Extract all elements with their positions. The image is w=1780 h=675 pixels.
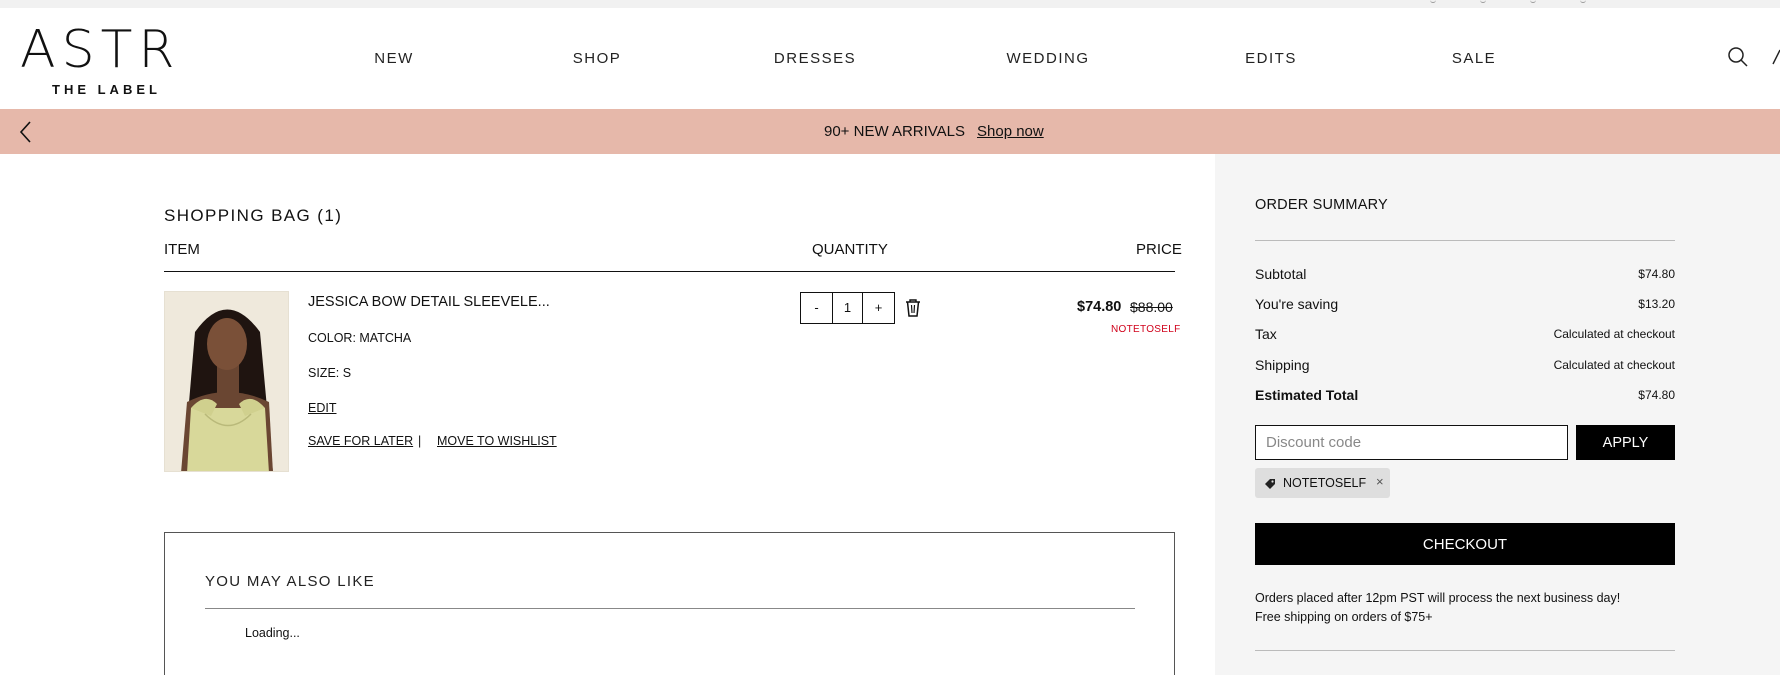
divider: [1255, 240, 1675, 241]
trash-icon[interactable]: [904, 298, 922, 318]
order-summary-title: ORDER SUMMARY: [1255, 197, 1388, 213]
promo-text: 90+ NEW ARRIVALS: [824, 123, 966, 140]
page-title: SHOPPING BAG (1): [164, 206, 343, 225]
nav-item-dresses[interactable]: DRESSES: [774, 50, 856, 67]
link-separator: |: [418, 434, 422, 448]
nav-item-sale[interactable]: SALE: [1452, 50, 1496, 67]
checkout-button[interactable]: CHECKOUT: [1255, 523, 1675, 565]
product-name[interactable]: JESSICA BOW DETAIL SLEEVELE...: [308, 294, 550, 310]
divider: [205, 608, 1135, 609]
order-summary: ORDER SUMMARY Subtotal $74.80 You're sav…: [1215, 154, 1780, 675]
summary-row-saving: You're saving $13.20: [1255, 296, 1675, 314]
chevron-left-icon[interactable]: [16, 119, 38, 145]
summary-row-estimated-total: Estimated Total $74.80: [1255, 387, 1675, 405]
product-image[interactable]: [164, 291, 289, 472]
site-header: ASTR THE LABEL NEW SHOP DRESSES WEDDING …: [0, 8, 1780, 109]
summary-label: Subtotal: [1255, 266, 1307, 282]
applied-code-label: NOTETOSELF: [1283, 476, 1367, 490]
summary-value: Calculated at checkout: [1553, 327, 1675, 341]
shop-now-link[interactable]: Shop now: [977, 123, 1044, 140]
summary-value: $13.20: [1638, 297, 1675, 311]
loading-text: Loading...: [245, 626, 300, 640]
move-to-wishlist-link[interactable]: MOVE TO WISHLIST: [437, 434, 557, 448]
save-for-later-link[interactable]: SAVE FOR LATER: [308, 434, 413, 448]
quantity-value[interactable]: 1: [832, 293, 863, 323]
nav-item-shop[interactable]: SHOP: [573, 50, 622, 67]
tag-icon: [1264, 477, 1276, 489]
summary-label: Tax: [1255, 326, 1277, 342]
nav-item-edits[interactable]: EDITS: [1245, 50, 1297, 67]
applied-code-chip: NOTETOSELF ×: [1255, 468, 1390, 498]
recommendations-title: YOU MAY ALSO LIKE: [205, 573, 375, 590]
applied-promo-label: NOTETOSELF: [1111, 324, 1181, 335]
search-icon[interactable]: [1726, 45, 1750, 69]
summary-row-tax: Tax Calculated at checkout: [1255, 326, 1675, 344]
browser-top-strip: [0, 0, 1780, 8]
summary-label: You're saving: [1255, 296, 1339, 312]
divider: [164, 271, 1175, 272]
summary-row-subtotal: Subtotal $74.80: [1255, 266, 1675, 284]
item-price: $74.80: [1077, 299, 1122, 315]
product-color: COLOR: MATCHA: [308, 331, 412, 345]
close-icon[interactable]: ×: [1376, 474, 1384, 489]
summary-label: Shipping: [1255, 357, 1310, 373]
summary-label: Estimated Total: [1255, 387, 1359, 403]
quantity-stepper: - 1 +: [800, 292, 895, 324]
quantity-increase-button[interactable]: +: [863, 293, 894, 323]
summary-row-shipping: Shipping Calculated at checkout: [1255, 357, 1675, 375]
nav-item-wedding[interactable]: WEDDING: [1007, 50, 1090, 67]
summary-value: $74.80: [1638, 267, 1675, 281]
column-header-quantity: QUANTITY: [812, 241, 888, 258]
product-size: SIZE: S: [308, 366, 352, 380]
item-original-price: $88.00: [1130, 299, 1173, 315]
edit-link[interactable]: EDIT: [308, 401, 336, 415]
recommendations-panel: YOU MAY ALSO LIKE Loading...: [164, 532, 1175, 675]
discount-code-input[interactable]: [1255, 425, 1568, 460]
column-header-item: ITEM: [164, 241, 200, 258]
summary-value: Calculated at checkout: [1553, 358, 1675, 372]
nav-item-new[interactable]: NEW: [374, 50, 414, 67]
main-nav: NEW SHOP DRESSES WEDDING EDITS SALE: [0, 8, 1780, 109]
shipping-note: Orders placed after 12pm PST will proces…: [1255, 591, 1621, 605]
apply-button[interactable]: APPLY: [1576, 425, 1675, 460]
free-shipping-note: Free shipping on orders of $75+: [1255, 610, 1433, 624]
promo-banner: 90+ NEW ARRIVALS Shop now: [0, 109, 1780, 154]
divider: [1255, 650, 1675, 651]
account-icon[interactable]: [1770, 48, 1780, 66]
summary-value: $74.80: [1638, 388, 1675, 402]
quantity-decrease-button[interactable]: -: [801, 293, 832, 323]
column-header-price: PRICE: [1136, 241, 1182, 258]
